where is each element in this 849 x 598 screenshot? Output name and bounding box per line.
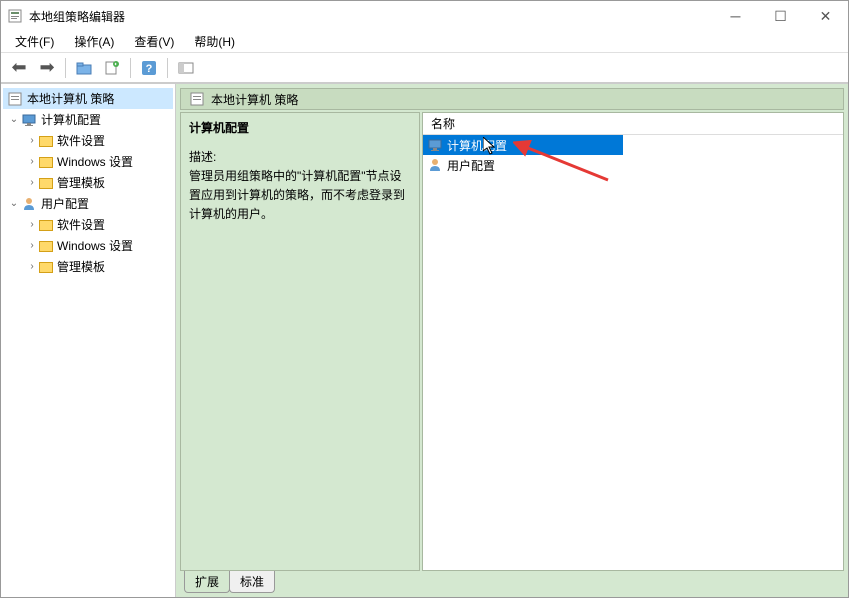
user-icon [21,196,37,212]
computer-icon [427,137,443,153]
desc-label: 描述: [189,148,411,165]
tree-user-config[interactable]: ⌄ 用户配置 [3,193,173,214]
menu-file[interactable]: 文件(F) [5,31,64,52]
toolbar: ⬅ ➡ ? [1,53,848,83]
tree-root[interactable]: 本地计算机 策略 [3,88,173,109]
folder-icon [39,220,53,231]
tree-computer-config[interactable]: ⌄ 计算机配置 [3,109,173,130]
folder-icon [39,136,53,147]
list-item-user-config[interactable]: 用户配置 [423,155,843,175]
gpedit-window: 本地组策略编辑器 ─ ☐ ✕ 文件(F) 操作(A) 查看(V) 帮助(H) ⬅… [0,0,849,598]
collapse-icon[interactable]: ⌄ [7,114,21,125]
tree-label: 计算机配置 [41,111,101,128]
tree-root-label: 本地计算机 策略 [27,90,114,107]
menu-view[interactable]: 查看(V) [124,31,184,52]
tab-standard[interactable]: 标准 [229,571,275,593]
tree-label: 软件设置 [57,132,105,149]
content-area: 本地计算机 策略 ⌄ 计算机配置 › 软件设置 › Windows 设置 › [1,83,848,597]
tree-label: 管理模板 [57,258,105,275]
forward-button[interactable]: ➡ [35,56,59,80]
tree-windows-settings[interactable]: › Windows 设置 [3,151,173,172]
column-name: 名称 [431,115,455,132]
tree-label: Windows 设置 [57,237,133,254]
arrow-right-icon: ➡ [39,57,54,78]
description-pane: 计算机配置 描述: 管理员用组策略中的"计算机配置"节点设置应用到计算机的策略，… [180,112,420,571]
titlebar: 本地组策略编辑器 ─ ☐ ✕ [1,1,848,31]
policy-icon [7,91,23,107]
policy-icon [189,91,205,107]
refresh-button[interactable] [100,56,124,80]
arrow-left-icon: ⬅ [11,57,26,78]
collapse-icon[interactable]: ⌄ [7,198,21,209]
user-icon [427,157,443,173]
expand-icon[interactable]: › [25,261,39,272]
tree-software-settings[interactable]: › 软件设置 [3,130,173,151]
menu-action[interactable]: 操作(A) [64,31,124,52]
folder-icon [39,241,53,252]
toolbar-separator [130,58,131,78]
tab-extended[interactable]: 扩展 [184,571,230,593]
list-pane: 名称 计算机配置 用户配置 [422,112,844,571]
content-header-text: 本地计算机 策略 [211,91,298,108]
list-body[interactable]: 计算机配置 用户配置 [423,135,843,570]
tree-label: 软件设置 [57,216,105,233]
toolbar-separator [65,58,66,78]
desc-title: 计算机配置 [189,119,411,136]
help-icon: ? [141,60,157,76]
up-level-button[interactable] [72,56,96,80]
refresh-icon [104,60,120,76]
help-button[interactable]: ? [137,56,161,80]
list-column-header[interactable]: 名称 [423,113,843,135]
content-header: 本地计算机 策略 [180,88,844,110]
list-item-label: 用户配置 [447,157,495,174]
tree-pane[interactable]: 本地计算机 策略 ⌄ 计算机配置 › 软件设置 › Windows 设置 › [1,84,176,597]
tree-user-software-settings[interactable]: › 软件设置 [3,214,173,235]
expand-icon[interactable]: › [25,135,39,146]
back-button[interactable]: ⬅ [7,56,31,80]
window-title: 本地组策略编辑器 [29,8,713,25]
split-area: 计算机配置 描述: 管理员用组策略中的"计算机配置"节点设置应用到计算机的策略，… [180,112,844,571]
desc-text: 管理员用组策略中的"计算机配置"节点设置应用到计算机的策略，而不考虑登录到计算机… [189,167,411,225]
tree-admin-templates[interactable]: › 管理模板 [3,172,173,193]
view-tabs: 扩展 标准 [180,571,844,593]
toolbar-separator [167,58,168,78]
minimize-button[interactable]: ─ [713,1,758,31]
main-pane: 本地计算机 策略 计算机配置 描述: 管理员用组策略中的"计算机配置"节点设置应… [176,84,848,597]
expand-icon[interactable]: › [25,177,39,188]
panel-icon [178,60,194,76]
folder-icon [39,157,53,168]
tree-label: 管理模板 [57,174,105,191]
list-item-label: 计算机配置 [447,137,507,154]
menubar: 文件(F) 操作(A) 查看(V) 帮助(H) [1,31,848,53]
show-hide-button[interactable] [174,56,198,80]
folder-icon [39,262,53,273]
menu-help[interactable]: 帮助(H) [184,31,245,52]
folder-icon [39,178,53,189]
close-button[interactable]: ✕ [803,1,848,31]
tree-user-windows-settings[interactable]: › Windows 设置 [3,235,173,256]
computer-icon [21,112,37,128]
tree-user-admin-templates[interactable]: › 管理模板 [3,256,173,277]
folder-up-icon [76,60,92,76]
list-item-computer-config[interactable]: 计算机配置 [423,135,623,155]
expand-icon[interactable]: › [25,240,39,251]
tree-label: 用户配置 [41,195,89,212]
tree-label: Windows 设置 [57,153,133,170]
window-controls: ─ ☐ ✕ [713,1,848,31]
svg-text:?: ? [146,63,153,75]
maximize-button[interactable]: ☐ [758,1,803,31]
expand-icon[interactable]: › [25,156,39,167]
expand-icon[interactable]: › [25,219,39,230]
app-icon [7,8,23,24]
